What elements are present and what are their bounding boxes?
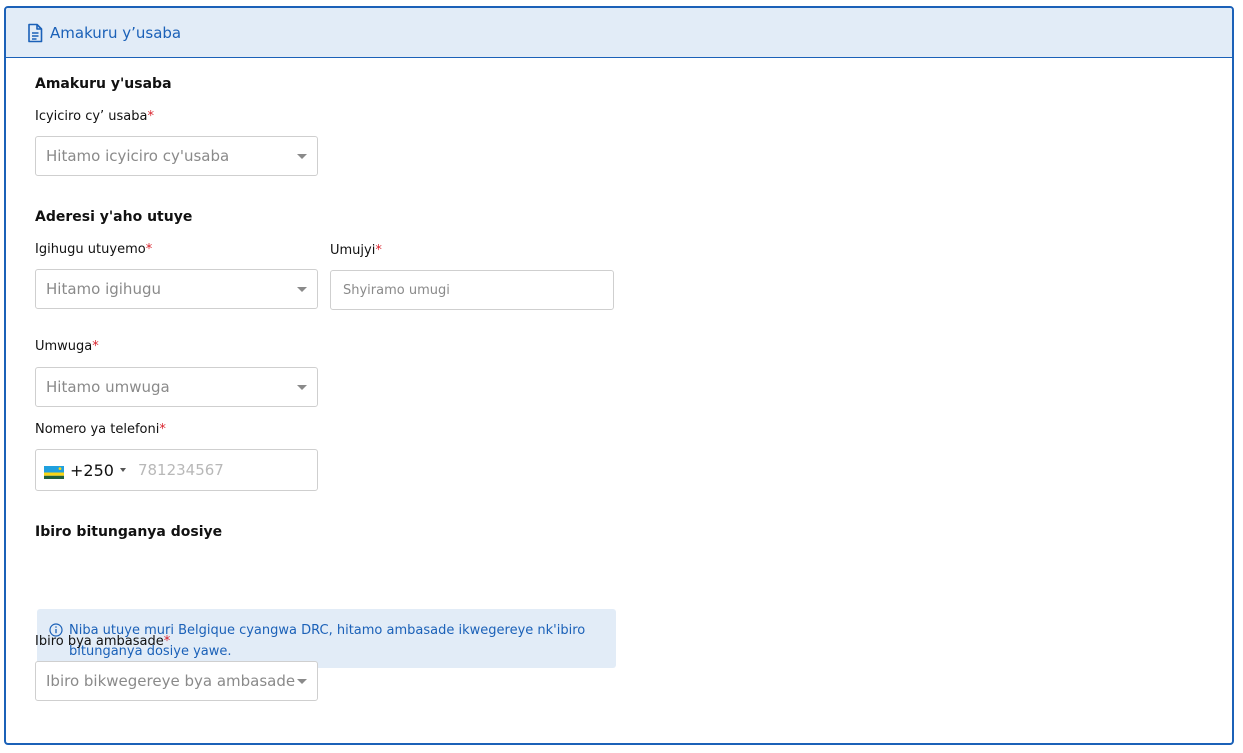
city-label-text: Umujyi [330, 243, 376, 258]
category-label-text: Icyiciro cy’ usaba [35, 109, 148, 124]
embassy-select-placeholder: Ibiro bikwegereye bya ambasade [46, 672, 296, 690]
required-marker: * [163, 634, 171, 649]
required-marker: * [375, 243, 382, 258]
country-select-placeholder: Hitamo igihugu [46, 280, 161, 298]
embassy-label: Ibiro bya ambasade* [35, 634, 170, 649]
phone-field: +250 [35, 449, 318, 491]
card-header: Amakuru y’usaba [6, 8, 1232, 58]
profession-select-placeholder: Hitamo umwuga [46, 378, 170, 396]
phone-input[interactable] [135, 460, 300, 480]
profession-select[interactable]: Hitamo umwuga [35, 367, 318, 407]
category-select[interactable]: Hitamo icyiciro cy'usaba [35, 136, 318, 176]
dial-code: +250 [70, 460, 114, 480]
chevron-down-icon [119, 468, 126, 472]
required-marker: * [159, 422, 166, 437]
country-label-text: Igihugu utuyemo [35, 242, 146, 257]
city-label: Umujyi* [330, 243, 382, 258]
profession-label: Umwuga* [35, 339, 99, 354]
chevron-down-icon [297, 385, 307, 390]
required-marker: * [92, 339, 99, 354]
category-label: Icyiciro cy’ usaba* [35, 109, 154, 124]
chevron-down-icon [297, 679, 307, 684]
applicant-info-card: Amakuru y’usaba Amakuru y'usaba Icyiciro… [4, 6, 1234, 745]
required-marker: * [147, 109, 155, 124]
embassy-label-text: Ibiro bya ambasade [35, 634, 164, 649]
country-label: Igihugu utuyemo* [35, 242, 152, 257]
document-icon [26, 23, 44, 43]
phone-label: Nomero ya telefoni* [35, 422, 166, 437]
section-title-applicant: Amakuru y'usaba [35, 76, 172, 92]
rwanda-flag-icon [44, 464, 64, 479]
category-select-placeholder: Hitamo icyiciro cy'usaba [46, 147, 230, 165]
city-input[interactable] [330, 270, 614, 310]
profession-label-text: Umwuga [35, 339, 93, 354]
phone-label-text: Nomero ya telefoni [35, 422, 160, 437]
required-marker: * [145, 242, 153, 257]
embassy-select[interactable]: Ibiro bikwegereye bya ambasade [35, 661, 318, 701]
section-title-address: Aderesi y'aho utuye [35, 209, 193, 225]
chevron-down-icon [297, 287, 307, 292]
country-select[interactable]: Hitamo igihugu [35, 269, 318, 309]
card-title: Amakuru y’usaba [50, 23, 182, 42]
chevron-down-icon [297, 154, 307, 159]
section-title-office: Ibiro bitunganya dosiye [35, 524, 223, 540]
country-code-selector[interactable]: +250 [36, 450, 126, 490]
